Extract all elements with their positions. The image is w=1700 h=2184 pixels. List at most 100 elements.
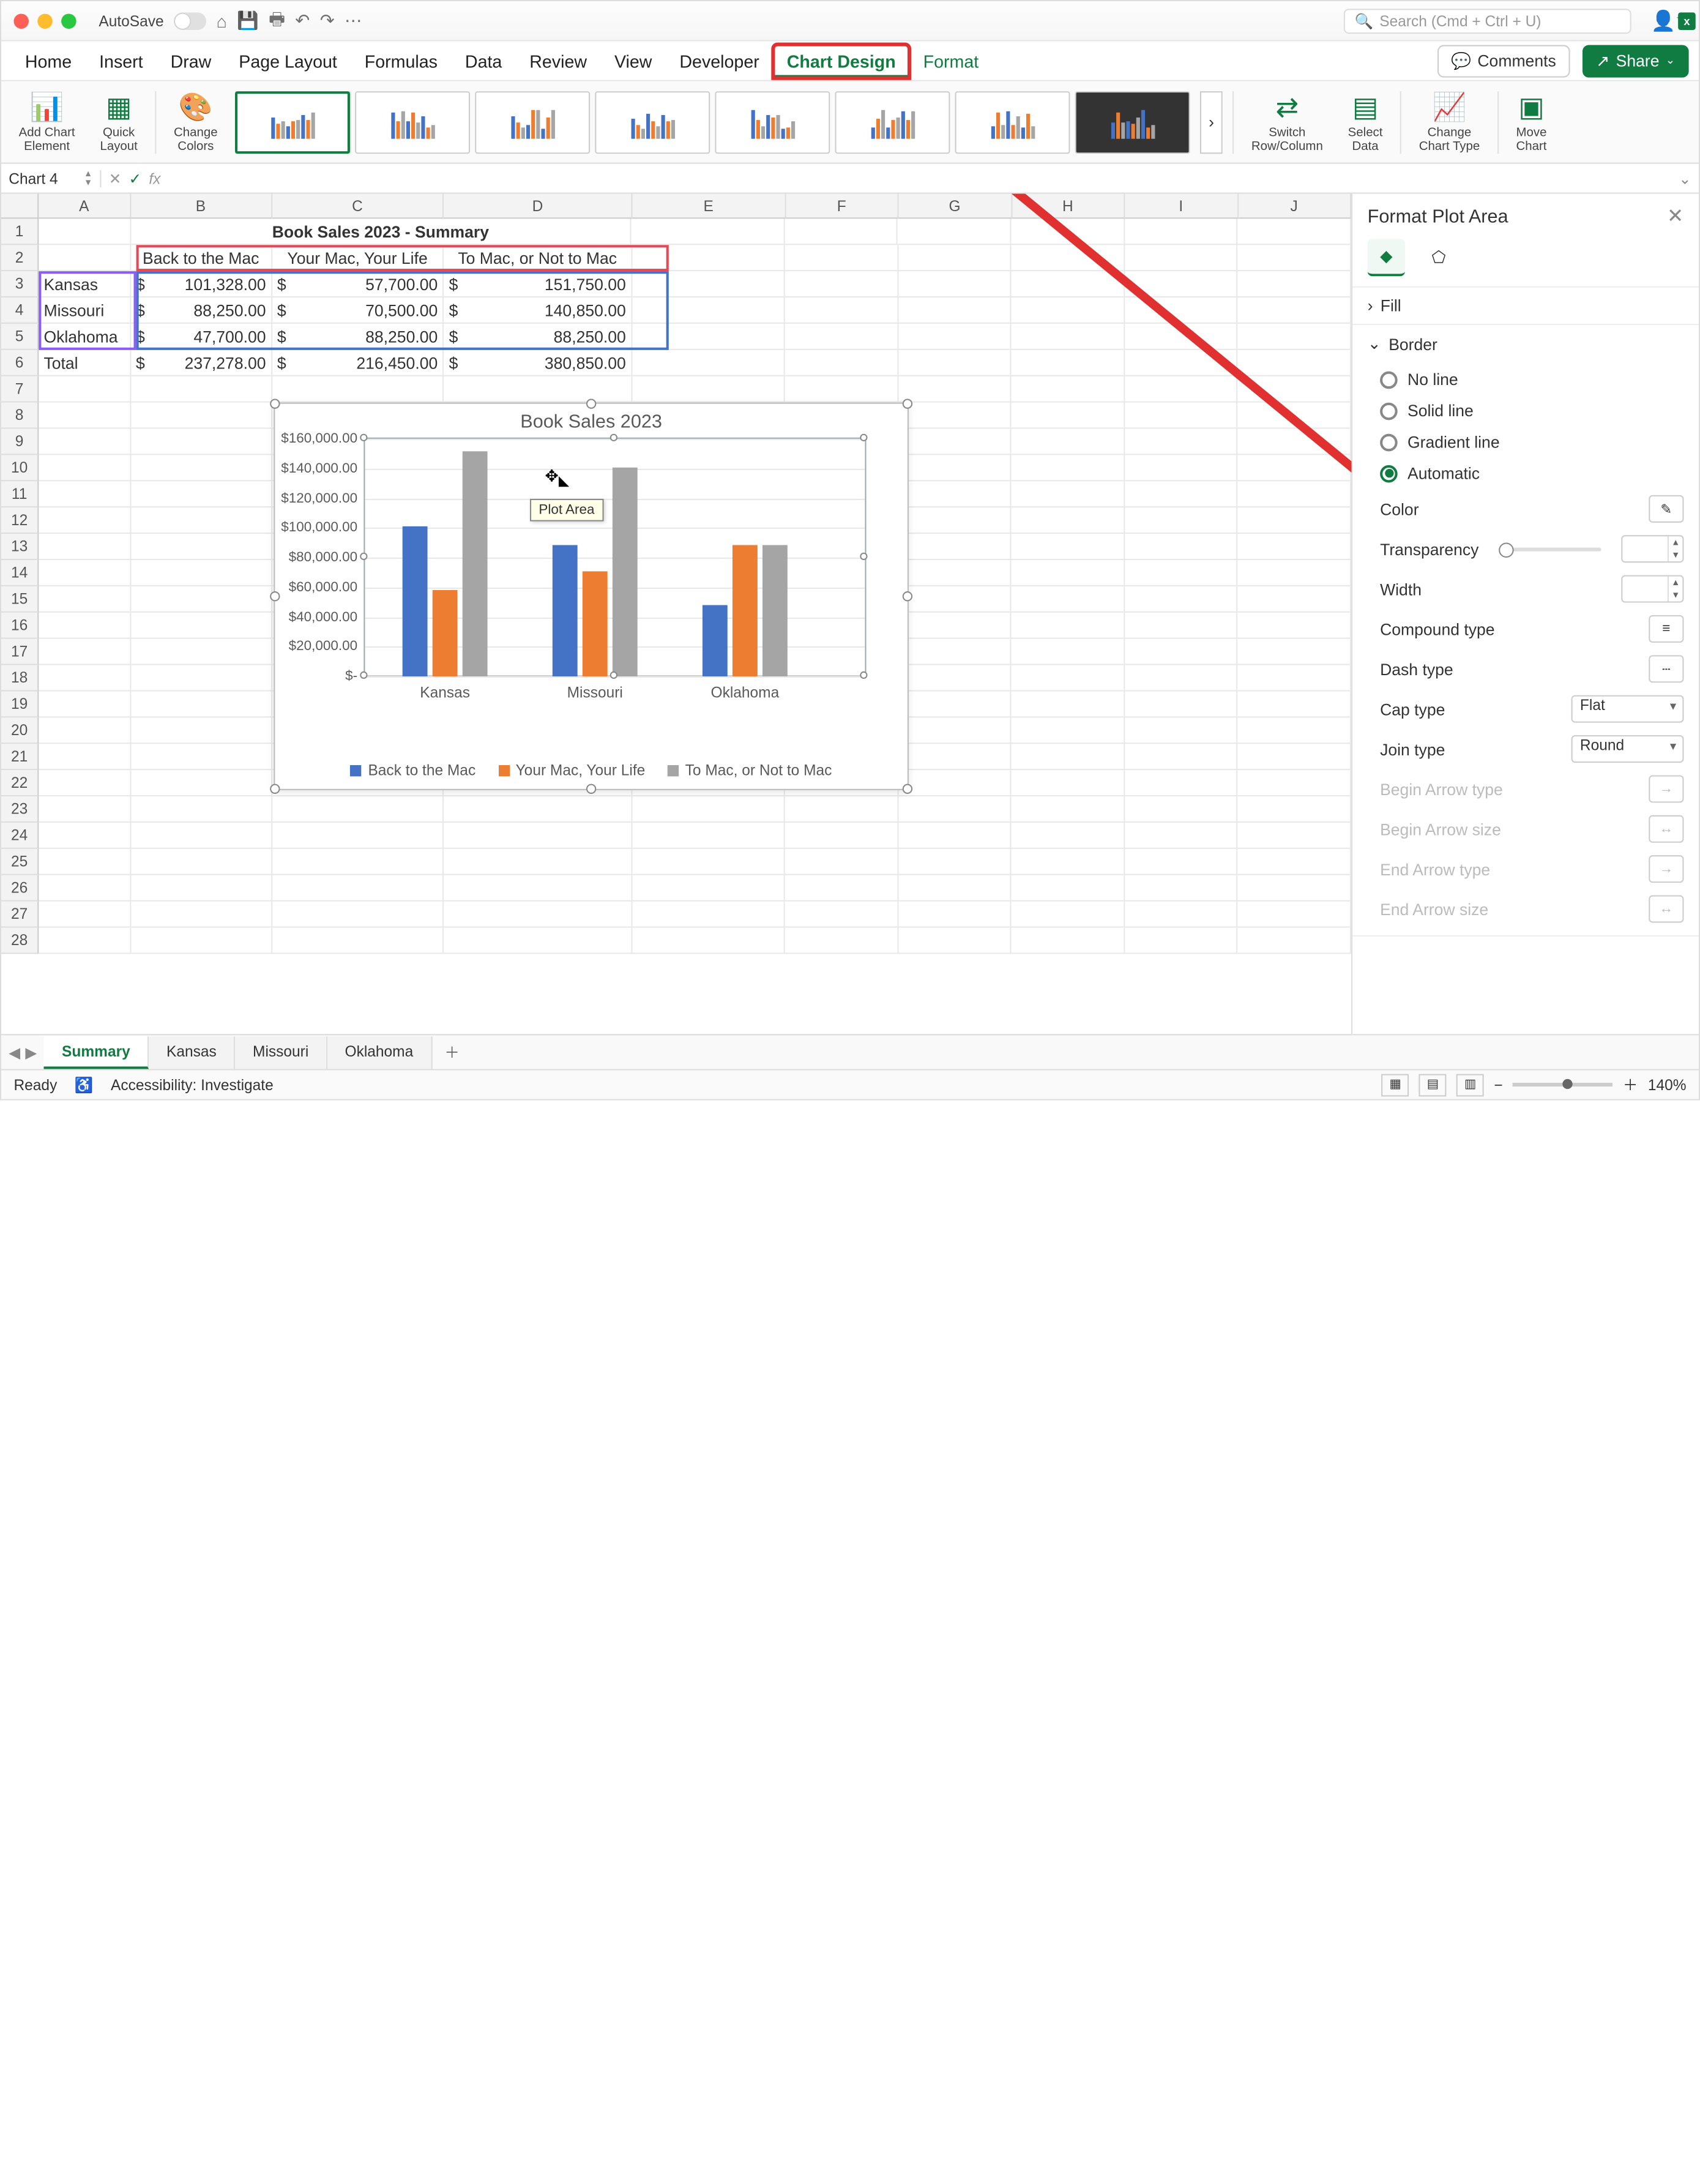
row-header[interactable]: 27 — [1, 902, 39, 928]
resize-handle[interactable] — [586, 784, 596, 794]
tab-view[interactable]: View — [601, 43, 666, 78]
cell[interactable] — [1238, 297, 1351, 324]
fx-icon[interactable]: fx — [149, 170, 160, 187]
quick-layout-button[interactable]: ▦ QuickLayout — [92, 86, 145, 157]
cell[interactable] — [131, 744, 272, 770]
tab-formulas[interactable]: Formulas — [351, 43, 451, 78]
cell[interactable] — [1012, 613, 1125, 639]
search-input[interactable]: 🔍 Search (Cmd + Ctrl + U) — [1343, 8, 1631, 33]
cell[interactable] — [39, 560, 131, 586]
more-icon[interactable]: ⋯ — [345, 10, 362, 31]
cell[interactable] — [632, 928, 785, 954]
cell[interactable] — [1125, 849, 1238, 875]
column-header[interactable]: J — [1238, 194, 1351, 219]
property-select[interactable]: Round — [1571, 735, 1684, 763]
cell[interactable] — [898, 219, 1011, 245]
cell[interactable] — [1125, 245, 1238, 271]
row-header[interactable]: 26 — [1, 875, 39, 902]
property-button[interactable]: ┄ — [1649, 655, 1683, 682]
cell[interactable] — [39, 403, 131, 429]
document-title[interactable]: x Book Sales ⌄ — [1678, 12, 1700, 29]
cell[interactable] — [1125, 271, 1238, 297]
cell[interactable] — [39, 770, 131, 796]
cell[interactable] — [1012, 717, 1125, 744]
cell[interactable] — [1012, 770, 1125, 796]
plot-resize-handle[interactable] — [860, 434, 867, 441]
cell[interactable]: Back to the Mac — [131, 245, 272, 271]
row-header[interactable]: 6 — [1, 350, 39, 376]
cell[interactable] — [131, 849, 272, 875]
border-line-option[interactable]: Solid line — [1380, 402, 1683, 421]
cell[interactable] — [39, 586, 131, 613]
cell[interactable] — [131, 586, 272, 613]
cell[interactable] — [898, 639, 1012, 665]
cell[interactable] — [785, 823, 898, 849]
cell[interactable] — [1125, 455, 1238, 482]
embedded-chart[interactable]: Book Sales 2023 $-$20,000.00$40,000.00$6… — [274, 403, 909, 790]
cell[interactable] — [1125, 324, 1238, 350]
cell[interactable] — [1238, 245, 1351, 271]
cell[interactable]: $47,700.00 — [131, 324, 272, 350]
cell[interactable] — [898, 245, 1012, 271]
cell[interactable] — [1125, 796, 1238, 823]
cell[interactable] — [1012, 534, 1125, 560]
bar[interactable] — [583, 572, 608, 676]
cell[interactable] — [1125, 297, 1238, 324]
cell[interactable] — [898, 350, 1012, 376]
cell[interactable] — [131, 403, 272, 429]
fill-line-tab-icon[interactable]: ◆ — [1368, 239, 1405, 276]
cell[interactable] — [1012, 665, 1125, 692]
property-select[interactable]: Flat — [1571, 695, 1684, 723]
cell[interactable] — [1012, 455, 1125, 482]
border-line-option[interactable]: Automatic — [1380, 464, 1683, 483]
cell[interactable] — [1012, 796, 1125, 823]
undo-icon[interactable]: ↶ — [295, 10, 310, 31]
cell[interactable] — [1012, 744, 1125, 770]
select-all-corner[interactable] — [1, 194, 39, 219]
cell[interactable] — [1012, 403, 1125, 429]
page-break-view-icon[interactable]: ▥ — [1456, 1074, 1484, 1096]
row-header[interactable]: 5 — [1, 324, 39, 350]
comments-button[interactable]: 💬 Comments — [1437, 45, 1570, 77]
cell[interactable] — [1012, 507, 1125, 534]
cell[interactable] — [39, 376, 131, 403]
cell[interactable] — [1238, 692, 1351, 718]
row-header[interactable]: 21 — [1, 744, 39, 770]
cell[interactable] — [898, 376, 1012, 403]
cell[interactable] — [131, 823, 272, 849]
row-header[interactable]: 19 — [1, 692, 39, 718]
cell[interactable] — [444, 928, 633, 954]
sheet-tab-kansas[interactable]: Kansas — [149, 1036, 235, 1068]
cell[interactable] — [898, 928, 1012, 954]
cell[interactable] — [1238, 324, 1351, 350]
cell[interactable] — [1125, 639, 1238, 665]
cell[interactable] — [1125, 586, 1238, 613]
column-header[interactable]: H — [1012, 194, 1125, 219]
chart-title[interactable]: Book Sales 2023 — [275, 404, 908, 440]
column-header[interactable]: E — [633, 194, 786, 219]
chart-style-thumb[interactable] — [715, 91, 830, 153]
row-header[interactable]: 2 — [1, 245, 39, 271]
cell[interactable] — [632, 245, 785, 271]
chart-style-thumb[interactable] — [835, 91, 950, 153]
property-button[interactable]: ✎ — [1649, 495, 1683, 523]
cell[interactable]: $151,750.00 — [444, 271, 633, 297]
autosave-toggle[interactable] — [174, 12, 206, 29]
cell[interactable] — [632, 219, 785, 245]
cell[interactable] — [785, 902, 898, 928]
cell[interactable] — [1238, 902, 1351, 928]
cell[interactable] — [1012, 902, 1125, 928]
chart-legend[interactable]: Back to the MacYour Mac, Your LifeTo Mac… — [275, 761, 908, 779]
cell[interactable]: Total — [39, 350, 131, 376]
cell[interactable] — [1125, 534, 1238, 560]
chart-styles-gallery[interactable] — [235, 91, 1190, 153]
cell[interactable] — [131, 875, 272, 902]
cell[interactable] — [1238, 219, 1351, 245]
cell[interactable] — [1238, 534, 1351, 560]
cell[interactable] — [1238, 875, 1351, 902]
bar[interactable] — [433, 591, 458, 676]
cell[interactable] — [1125, 219, 1238, 245]
row-header[interactable]: 7 — [1, 376, 39, 403]
property-button[interactable]: ↔ — [1649, 815, 1683, 843]
cell[interactable] — [272, 849, 444, 875]
